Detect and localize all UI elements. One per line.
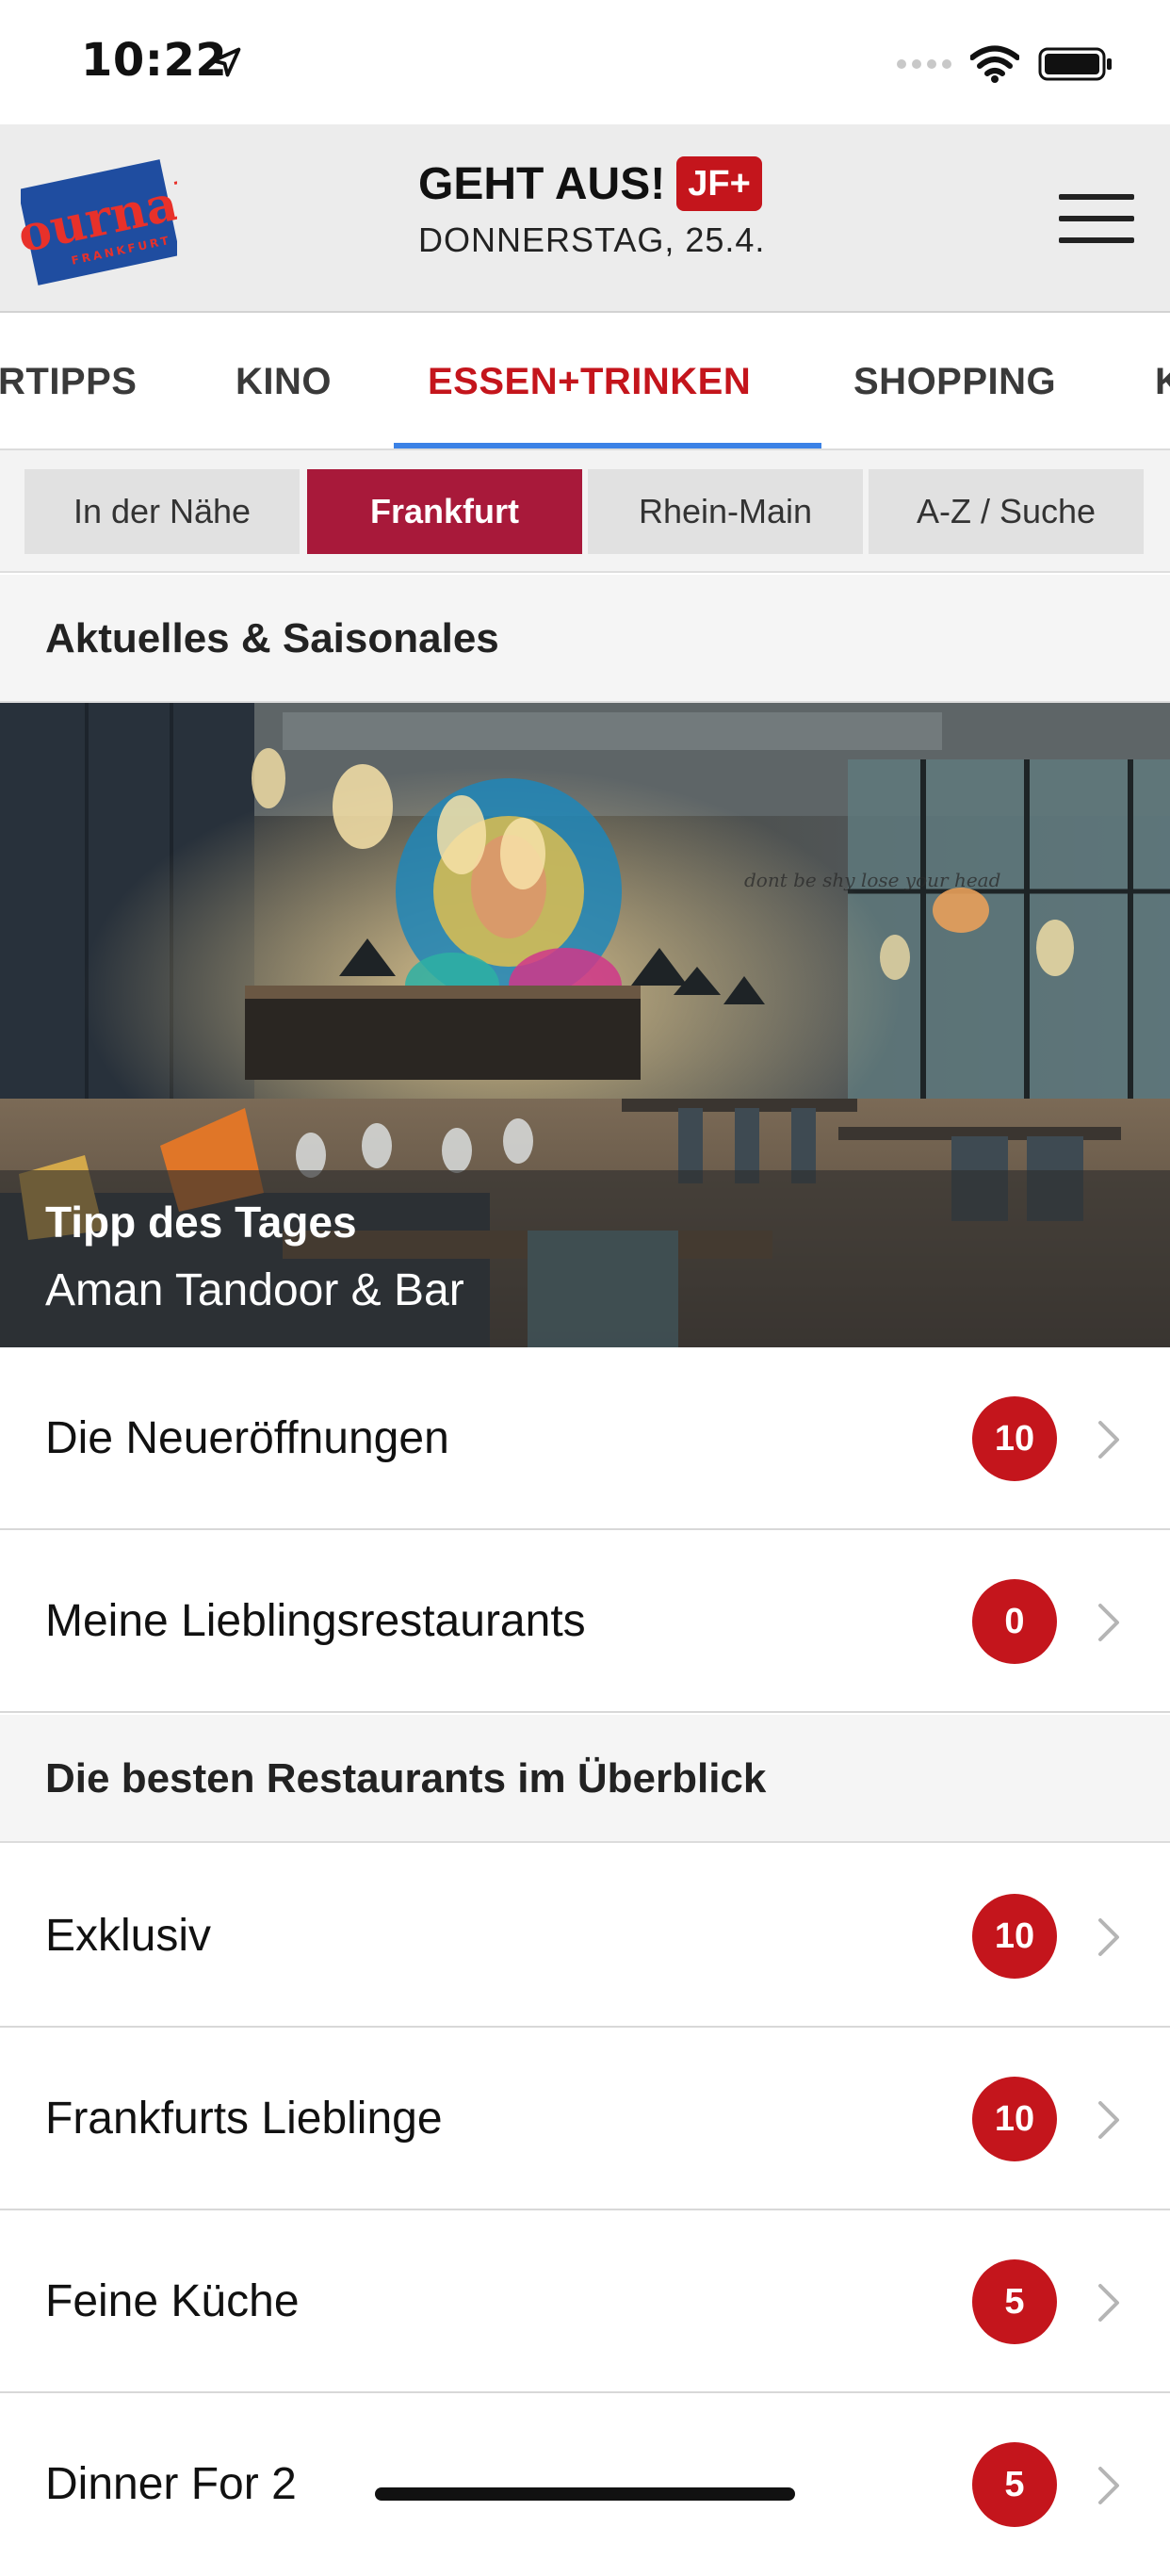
hero-kicker: Tipp des Tages (45, 1198, 357, 1247)
tab-shopping[interactable]: SHOPPING (853, 315, 1056, 448)
section-header-beste-restaurants: Die besten Restaurants im Überblick (0, 1715, 1170, 1843)
list-row-frankfurts-lieblinge[interactable]: Frankfurts Lieblinge 10 (0, 2028, 1170, 2210)
chevron-right-icon (1098, 2284, 1119, 2322)
count-badge: 5 (972, 2442, 1057, 2527)
list-row-lieblingsrestaurants[interactable]: Meine Lieblingsrestaurants 0 (0, 1530, 1170, 1713)
row-label: Exklusiv (45, 1911, 212, 1961)
location-arrow-icon (211, 47, 241, 77)
chevron-right-icon (1098, 2467, 1119, 2504)
chevron-right-icon (1098, 2101, 1119, 2139)
segment-in-der-naehe[interactable]: In der Nähe (24, 469, 300, 554)
row-label: Feine Küche (45, 2276, 300, 2326)
header-title-block: GEHT AUS! JF+ DONNERSTAG, 25.4. (418, 156, 765, 260)
chevron-right-icon (1098, 1604, 1119, 1641)
row-label: Meine Lieblingsrestaurants (45, 1596, 586, 1646)
battery-icon (1038, 47, 1112, 81)
count-badge: 10 (972, 1396, 1057, 1481)
tab-next-partial[interactable]: K (1155, 315, 1170, 448)
list-row-exklusiv[interactable]: Exklusiv 10 (0, 1845, 1170, 2028)
row-label: Dinner For 2 (45, 2459, 297, 2509)
section-header-aktuelles: Aktuelles & Saisonales (0, 575, 1170, 703)
page-title: GEHT AUS! (418, 158, 666, 209)
tab-tipps[interactable]: RTIPPS (0, 315, 137, 448)
wifi-icon (970, 45, 1019, 83)
count-badge: 10 (972, 2077, 1057, 2161)
count-badge: 0 (972, 1579, 1057, 1664)
home-indicator[interactable] (375, 2487, 795, 2501)
status-indicators (897, 41, 1113, 87)
segment-frankfurt[interactable]: Frankfurt (307, 469, 582, 554)
app-header: journal FRANKFURT GEHT AUS! JF+ DONNERST… (0, 124, 1170, 313)
chevron-right-icon (1098, 1918, 1119, 1956)
tab-essen-trinken[interactable]: ESSEN+TRINKEN (428, 315, 751, 448)
row-label: Die Neueröffnungen (45, 1413, 449, 1463)
segment-a-z-suche[interactable]: A-Z / Suche (869, 469, 1144, 554)
hamburger-menu-icon[interactable] (1057, 185, 1136, 253)
hero-title: Aman Tandoor & Bar (45, 1265, 464, 1315)
segment-rhein-main[interactable]: Rhein-Main (588, 469, 863, 554)
header-date: DONNERSTAG, 25.4. (418, 220, 766, 259)
status-bar: 10:22 (0, 0, 1170, 124)
tip-of-the-day-card[interactable]: dont be shy lose your head Tipp des Tage… (0, 703, 1170, 1347)
category-tabs: RTIPPS KINO ESSEN+TRINKEN SHOPPING K (0, 315, 1170, 450)
journal-frankfurt-logo[interactable]: journal FRANKFURT (21, 153, 177, 292)
status-time: 10:22 (81, 34, 228, 87)
tab-kino[interactable]: KINO (236, 315, 332, 448)
active-tab-indicator (394, 443, 821, 448)
chevron-right-icon (1098, 1421, 1119, 1459)
region-segmented-control: In der Nähe Frankfurt Rhein-Main A-Z / S… (0, 450, 1170, 573)
jf-plus-badge[interactable]: JF+ (676, 156, 762, 211)
list-row-feine-kueche[interactable]: Feine Küche 5 (0, 2210, 1170, 2393)
count-badge: 5 (972, 2259, 1057, 2344)
row-label: Frankfurts Lieblinge (45, 2094, 443, 2144)
cellular-signal-icon (897, 59, 951, 69)
list-row-neueroeffnungen[interactable]: Die Neueröffnungen 10 (0, 1347, 1170, 1530)
list-row-dinner-for-2[interactable]: Dinner For 2 5 (0, 2393, 1170, 2576)
count-badge: 10 (972, 1894, 1057, 1979)
